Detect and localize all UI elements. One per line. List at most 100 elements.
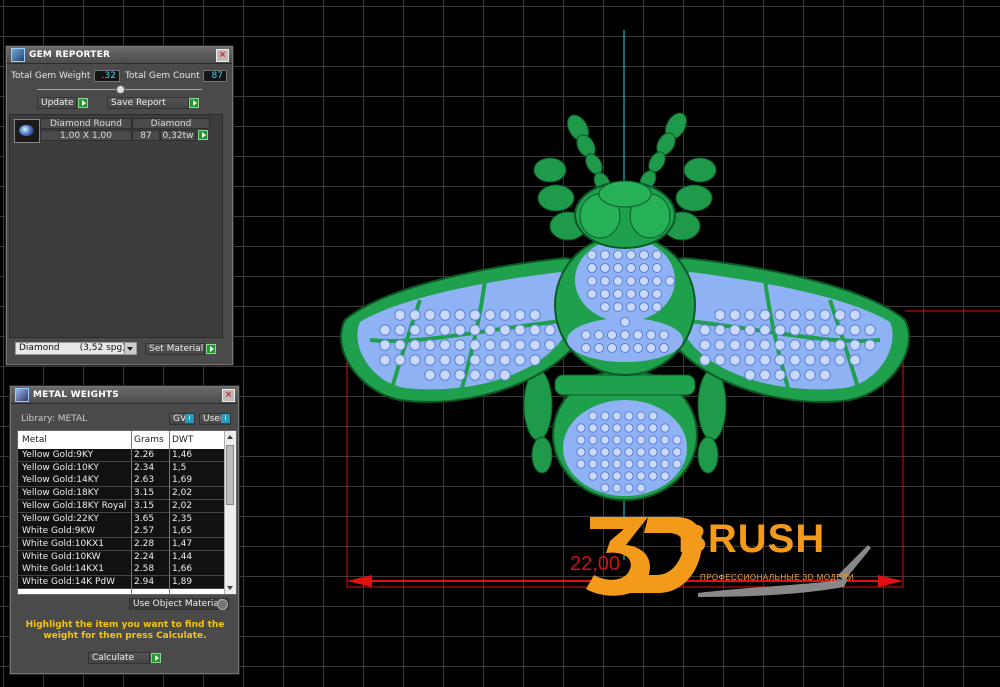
column-divider	[169, 431, 170, 594]
table-row[interactable]: White Gold:9KW 2.57 1,65	[18, 525, 224, 539]
total-gem-count-value: 87	[203, 70, 227, 82]
gem-weight: 0,32tw	[160, 130, 196, 141]
table-row[interactable]: Yellow Gold:14KY 2.63 1,69	[18, 474, 224, 488]
left-antenna	[567, 114, 611, 192]
gv-info-icon[interactable]: i	[185, 414, 194, 423]
metal-weights-panel: METAL WEIGHTS × Library: METAL GV i User…	[10, 386, 239, 674]
gem-list[interactable]: Diamond Round Diamond 1,00 X 1,00 87 0,3…	[9, 114, 223, 338]
gem-row-arrow-icon[interactable]	[198, 130, 208, 140]
metal-table-scrollbar[interactable]	[224, 431, 236, 594]
metal-cell-dwt: 1,46	[172, 450, 193, 460]
metal-cell-metal: Yellow Gold:22KY	[22, 513, 99, 524]
total-gem-weight-label: Total Gem Weight	[11, 71, 91, 81]
close-icon[interactable]: ×	[216, 49, 229, 62]
metal-cell-metal: White Gold:9KW	[22, 526, 95, 537]
close-icon[interactable]: ×	[222, 389, 235, 402]
metal-cell-grams: 2.26	[134, 450, 155, 460]
metal-cell-metal: Yellow Gold:14KY	[22, 475, 99, 486]
metal-cell-dwt: 1,5	[172, 462, 187, 473]
metal-weights-app-icon	[15, 388, 29, 402]
column-header-dwt[interactable]: DWT	[172, 435, 193, 445]
column-header-metal[interactable]: Metal	[22, 435, 47, 445]
use-object-materials-label: Use Object Materials	[133, 599, 227, 609]
metal-table[interactable]: Metal Grams DWT Yellow Gold:9KY 2.26 1,46 Y…	[17, 430, 237, 595]
save-report-button[interactable]: Save Report	[107, 97, 189, 109]
instruction-text: Highlight the item you want to find the …	[25, 620, 225, 641]
metal-cell-dwt: 1,65	[172, 526, 193, 537]
metal-cell-grams: 2.34	[134, 462, 155, 473]
gem-material-name: Diamond	[132, 118, 210, 129]
gem-row[interactable]: Diamond Round Diamond 1,00 X 1,00 87 0,3…	[12, 118, 218, 143]
brand-tagline: ПРОФЕССИОНАЛЬНЫЕ 3D МОДЕЛИ	[700, 573, 855, 582]
metal-cell-dwt: 1,47	[172, 538, 193, 549]
material-select-value: Diamond (3,52 spg)	[19, 343, 126, 353]
metal-cell-metal: Yellow Gold:10KY	[22, 462, 99, 473]
set-material-arrow-icon[interactable]	[206, 344, 216, 354]
slider-handle[interactable]	[116, 85, 125, 94]
gem-reporter-panel: GEM REPORTER × Total Gem Weight .32 Tota…	[6, 46, 233, 365]
table-row[interactable]: White Gold:14K PdW 2.94 1,89	[18, 576, 224, 589]
metal-cell-metal: Yellow Gold:9KY	[22, 450, 94, 460]
metal-cell-grams: 2.24	[134, 551, 155, 562]
table-row[interactable]: Yellow Gold:10KY 2.34 1,5	[18, 461, 224, 475]
bee-model	[340, 112, 910, 501]
use-object-materials-indicator-icon[interactable]	[217, 599, 228, 610]
metal-cell-grams: 2.57	[134, 526, 155, 537]
calculate-arrow-icon[interactable]	[151, 653, 161, 663]
abdomen-band	[554, 374, 696, 396]
update-button[interactable]: Update	[37, 97, 77, 109]
table-row[interactable]: Yellow Gold:18KY 3.15 2,02	[18, 487, 224, 501]
library-label: Library: METAL	[21, 414, 88, 424]
total-gem-weight-value: .32	[94, 70, 120, 82]
table-row[interactable]: White Gold:10KW 2.24 1,44	[18, 550, 224, 564]
metal-cell-grams: 2.63	[134, 475, 155, 486]
diamond-round-icon	[14, 119, 40, 143]
table-row[interactable]: Yellow Gold:9KY 2.26 1,46	[18, 449, 224, 462]
metal-cell-dwt: 2,02	[172, 500, 193, 511]
gem-reporter-app-icon	[11, 48, 25, 62]
save-report-arrow-icon[interactable]	[189, 98, 199, 108]
gem-shape-name: Diamond Round	[40, 118, 132, 129]
metal-cell-dwt: 1,89	[172, 577, 193, 587]
brand-watermark: BRUSH ПРОФЕССИОНАЛЬНЫЕ 3D МОДЕЛИ 22,00	[568, 505, 878, 605]
scrollbar-thumb[interactable]	[226, 445, 234, 505]
metal-table-header: Metal Grams DWT	[18, 431, 224, 449]
metal-cell-grams: 3.15	[134, 488, 155, 499]
scroll-up-icon[interactable]	[227, 435, 233, 439]
brand-name: BRUSH	[678, 517, 826, 561]
table-row[interactable]: Yellow Gold:18KY Royal 3.15 2,02	[18, 499, 224, 513]
metal-cell-dwt: 1,44	[172, 551, 193, 562]
scroll-down-icon[interactable]	[227, 586, 233, 590]
dimension-label: 22,00	[570, 553, 621, 575]
gem-reporter-titlebar[interactable]: GEM REPORTER ×	[7, 47, 232, 64]
total-gem-count-label: Total Gem Count	[125, 71, 200, 81]
user-info-icon[interactable]: i	[221, 414, 230, 423]
metal-cell-dwt: 1,66	[172, 564, 193, 575]
metal-cell-metal: White Gold:10KX1	[22, 538, 105, 549]
set-material-button[interactable]: Set Material	[145, 343, 205, 355]
dimension-arrow-right	[878, 575, 903, 587]
gem-count: 87	[132, 130, 160, 141]
use-object-materials-toggle[interactable]: Use Object Materials	[129, 598, 229, 610]
column-header-grams[interactable]: Grams	[134, 435, 164, 445]
metal-cell-grams: 3.15	[134, 500, 155, 511]
metal-cell-dwt: 2,35	[172, 513, 193, 524]
head-top	[598, 180, 652, 208]
metal-cell-grams: 3.65	[134, 513, 155, 524]
material-select[interactable]: Diamond (3,52 spg)	[15, 342, 137, 355]
calculate-button[interactable]: Calculate	[88, 652, 150, 664]
metal-cell-metal: Yellow Gold:18KY	[22, 488, 99, 499]
metal-cell-metal: White Gold:14KX1	[22, 564, 105, 575]
metal-cell-dwt: 2,02	[172, 488, 193, 499]
gem-size: 1,00 X 1,00	[40, 130, 132, 141]
update-arrow-icon[interactable]	[78, 98, 88, 108]
metal-cell-grams: 2.94	[134, 577, 155, 587]
table-row[interactable]: Yellow Gold:22KY 3.65 2,35	[18, 512, 224, 526]
table-row[interactable]: White Gold:14KX1 2.58 1,66	[18, 563, 224, 577]
metal-cell-dwt: 1,69	[172, 475, 193, 486]
metal-weights-titlebar[interactable]: METAL WEIGHTS ×	[11, 387, 238, 404]
chevron-down-icon[interactable]	[124, 343, 136, 354]
metal-cell-grams: 2.58	[134, 564, 155, 575]
gem-reporter-title: GEM REPORTER	[29, 50, 111, 60]
table-row[interactable]: White Gold:10KX1 2.28 1,47	[18, 537, 224, 551]
